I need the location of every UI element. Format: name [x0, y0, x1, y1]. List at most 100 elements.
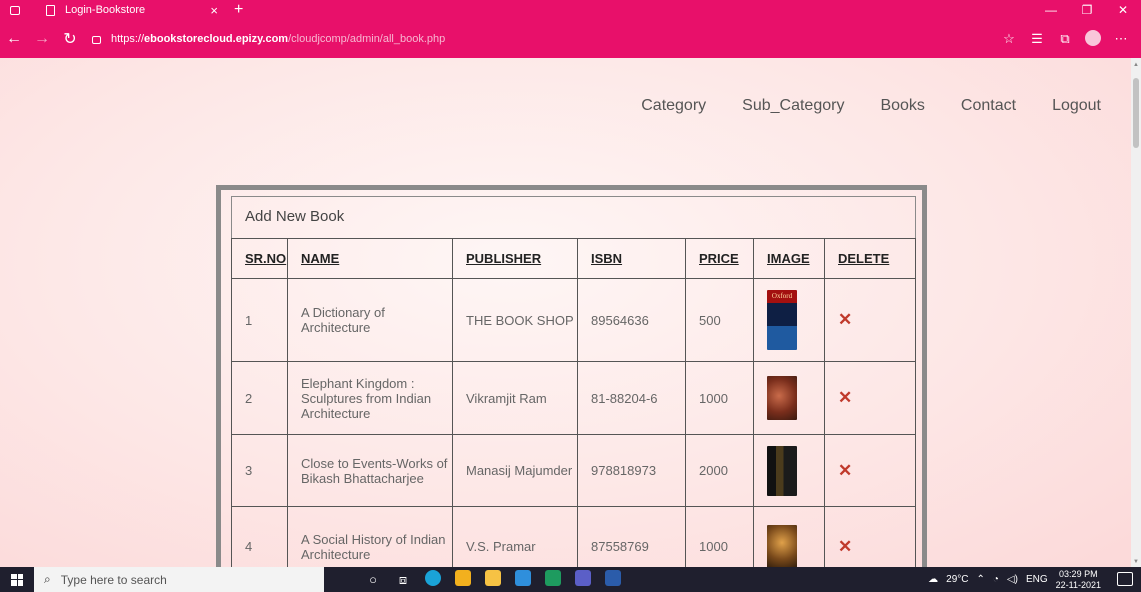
cell-image: [753, 361, 825, 435]
word-icon[interactable]: [598, 570, 628, 589]
favorites-icon[interactable]: ☰: [1023, 31, 1051, 47]
favorite-add-icon[interactable]: ☆: [995, 31, 1023, 47]
weather-temp[interactable]: 29°C: [946, 574, 968, 585]
books-panel: Add New Book SR.NO NAME PUBLISHER ISBN P…: [231, 196, 916, 567]
cell-name: A Social History of Indian Architecture: [287, 506, 453, 567]
book-cover-image: [767, 376, 797, 420]
more-icon[interactable]: ⋯: [1107, 31, 1135, 47]
cell-publisher: Vikramjit Ram: [452, 361, 578, 435]
url-field[interactable]: https://ebookstorecloud.epizy.com/cloudj…: [92, 33, 445, 45]
book-cover-image: [767, 445, 797, 496]
tab-title: Login-Bookstore: [65, 4, 146, 16]
network-icon[interactable]: ◔: [993, 574, 999, 585]
tab-actions-icon[interactable]: [10, 5, 20, 15]
url-host: ebookstorecloud.epizy.com: [144, 33, 289, 45]
cell-price: 500: [685, 278, 754, 362]
teams-icon[interactable]: [568, 570, 598, 589]
books-frame: Add New Book SR.NO NAME PUBLISHER ISBN P…: [216, 185, 927, 567]
forward-icon[interactable]: →: [28, 30, 56, 48]
book-cover-image: Oxford: [767, 290, 797, 350]
search-placeholder: Type here to search: [60, 572, 167, 587]
notifications-icon[interactable]: [1117, 572, 1133, 586]
cell-delete: ✕: [824, 278, 916, 362]
collections-icon[interactable]: ⧉: [1051, 31, 1079, 47]
back-icon[interactable]: ←: [0, 30, 28, 48]
delete-icon[interactable]: ✕: [838, 388, 852, 407]
tab-login-bookstore[interactable]: Login-Bookstore ×: [38, 0, 228, 20]
close-tab-icon[interactable]: ×: [210, 3, 218, 18]
nav-books[interactable]: Books: [880, 97, 924, 115]
toolbar-right: ☆ ☰ ⧉ ⋯: [995, 20, 1135, 58]
table-row: 4 A Social History of Indian Architectur…: [231, 506, 916, 567]
start-button[interactable]: [0, 573, 34, 586]
edge-icon[interactable]: [418, 570, 448, 589]
windows-logo-icon: [11, 573, 23, 586]
search-icon: ⌕: [44, 572, 51, 586]
header-price[interactable]: PRICE: [685, 238, 754, 279]
header-name[interactable]: NAME: [287, 238, 453, 279]
tray-overflow-icon[interactable]: ⌃: [976, 574, 984, 585]
add-new-book-link[interactable]: Add New Book: [231, 196, 916, 238]
cell-name: Elephant Kingdom : Sculptures from India…: [287, 361, 453, 435]
page-content: Category Sub_Category Books Contact Logo…: [0, 58, 1131, 567]
cell-delete: ✕: [824, 434, 916, 507]
volume-icon[interactable]: ◁): [1007, 574, 1018, 585]
cell-isbn: 81-88204-6: [577, 361, 686, 435]
window-controls: — ❐ ✕: [1033, 0, 1141, 20]
table-row: 1 A Dictionary of Architecture THE BOOK …: [231, 278, 916, 362]
scrollbar-thumb[interactable]: [1133, 78, 1139, 148]
cell-sr: 4: [231, 506, 288, 567]
cell-publisher: V.S. Pramar: [452, 506, 578, 567]
clock[interactable]: 03:29 PM 22-11-2021: [1056, 569, 1101, 591]
header-isbn[interactable]: ISBN: [577, 238, 686, 279]
cell-isbn: 87558769: [577, 506, 686, 567]
table-row: 3 Close to Events-Works of Bikash Bhatta…: [231, 434, 916, 507]
weather-icon[interactable]: ☁: [928, 574, 938, 585]
nav-logout[interactable]: Logout: [1052, 97, 1101, 115]
system-tray: ☁ 29°C ⌃ ◔ ◁) ENG 03:29 PM 22-11-2021: [928, 567, 1101, 592]
header-sr-no[interactable]: SR.NO: [231, 238, 288, 279]
minimize-icon[interactable]: —: [1033, 3, 1069, 17]
header-image[interactable]: IMAGE: [753, 238, 825, 279]
mail-icon[interactable]: [508, 570, 538, 589]
url-path: /cloudjcomp/admin/all_book.php: [288, 33, 446, 45]
nav-contact[interactable]: Contact: [961, 97, 1016, 115]
cell-name: Close to Events-Works of Bikash Bhattach…: [287, 434, 453, 507]
cell-price: 1000: [685, 361, 754, 435]
restore-icon[interactable]: ❐: [1069, 3, 1105, 17]
header-publisher[interactable]: PUBLISHER: [452, 238, 578, 279]
cell-sr: 1: [231, 278, 288, 362]
store-icon[interactable]: [448, 570, 478, 589]
task-view-icon[interactable]: ⧈: [388, 572, 418, 588]
page-scrollbar[interactable]: ▲ ▼: [1131, 58, 1141, 567]
cell-image: Oxford: [753, 278, 825, 362]
book-cover-image: [767, 524, 797, 567]
close-window-icon[interactable]: ✕: [1105, 3, 1141, 17]
app-l-icon[interactable]: [538, 570, 568, 589]
delete-icon[interactable]: ✕: [838, 310, 852, 329]
refresh-icon[interactable]: ↻: [56, 29, 84, 49]
cell-publisher: THE BOOK SHOP: [452, 278, 578, 362]
profile-icon[interactable]: [1079, 29, 1107, 49]
browser-titlebar: Login-Bookstore × + — ❐ ✕: [0, 0, 1141, 20]
new-tab-button[interactable]: +: [234, 1, 243, 19]
scroll-up-icon[interactable]: ▲: [1133, 62, 1139, 68]
cell-name: A Dictionary of Architecture: [287, 278, 453, 362]
nav-sub-category[interactable]: Sub_Category: [742, 97, 844, 115]
scroll-down-icon[interactable]: ▼: [1133, 559, 1139, 565]
language-indicator[interactable]: ENG: [1026, 574, 1048, 585]
cell-image: [753, 506, 825, 567]
cortana-icon[interactable]: ○: [358, 572, 388, 587]
table-header-row: SR.NO NAME PUBLISHER ISBN PRICE IMAGE DE…: [231, 238, 916, 279]
nav-category[interactable]: Category: [641, 97, 706, 115]
cell-delete: ✕: [824, 361, 916, 435]
cell-sr: 3: [231, 434, 288, 507]
file-explorer-icon[interactable]: [478, 570, 508, 589]
clock-date: 22-11-2021: [1055, 579, 1101, 590]
page-icon: [46, 4, 55, 16]
delete-icon[interactable]: ✕: [838, 537, 852, 556]
taskbar-search[interactable]: ⌕ Type here to search: [34, 567, 324, 592]
cell-sr: 2: [231, 361, 288, 435]
delete-icon[interactable]: ✕: [838, 461, 852, 480]
header-delete[interactable]: DELETE: [824, 238, 916, 279]
